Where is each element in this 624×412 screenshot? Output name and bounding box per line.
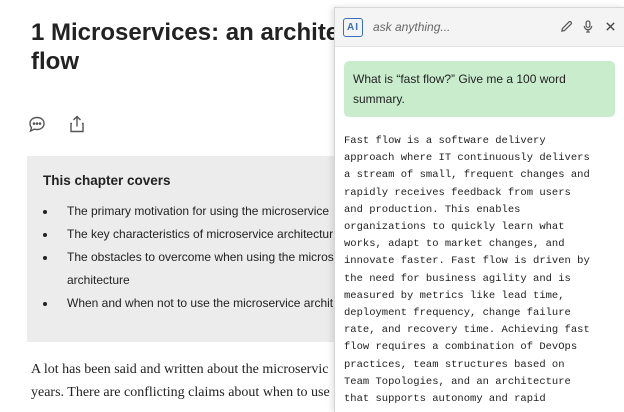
answer-line: approach where IT continuously delivers: [344, 152, 590, 165]
list-item: The primary motivation for using the mic…: [43, 200, 363, 223]
answer-line: and production. This enables: [344, 203, 521, 216]
ai-answer-text: Fast flow is a software delivery approac…: [344, 133, 622, 408]
document-actions: [26, 113, 88, 135]
answer-line: deployment frequency, change failure: [344, 307, 571, 320]
microphone-icon[interactable]: [580, 18, 596, 34]
list-item: The obstacles to overcome when using the…: [43, 246, 363, 292]
list-item-text: The key characteristics of microservice …: [67, 227, 334, 241]
pencil-icon[interactable]: [558, 18, 574, 34]
user-question-bubble: What is “fast flow?” Give me a 100 word …: [344, 61, 615, 117]
answer-line: rate, and recovery time. Achieving fast: [344, 324, 590, 337]
answer-line: measured by metrics like lead time,: [344, 289, 565, 302]
answer-line: flow requires a combination of DevOps: [344, 341, 578, 354]
list-item-text: When and when not to use the microservic…: [67, 296, 334, 310]
answer-line: a stream of small, frequent changes and: [344, 169, 590, 182]
ai-badge-icon: AI: [343, 18, 363, 37]
body-paragraph: A lot has been said and written about th…: [31, 358, 361, 404]
chapter-covers-list: The primary motivation for using the mic…: [43, 200, 363, 315]
comment-icon[interactable]: [26, 113, 48, 135]
answer-line: innovate faster. Fast flow is driven by: [344, 255, 590, 268]
paragraph-line: years. There are conflicting claims abou…: [31, 385, 330, 400]
chapter-covers-box: This chapter covers The primary motivati…: [27, 156, 367, 342]
answer-line: Fast flow is a software delivery: [344, 135, 546, 147]
question-line: What is “fast flow?” Give me a 100 word: [353, 72, 566, 86]
ai-assistant-panel: AI What is “fast flow?” Give me a: [334, 7, 624, 412]
ai-search-bar: AI: [335, 8, 624, 47]
answer-line: practices, team structures based on: [344, 358, 565, 371]
answer-line: the need for business agility and is: [344, 272, 571, 285]
list-item-text: The obstacles to overcome when using the…: [67, 250, 341, 264]
list-item: When and when not to use the microservic…: [43, 292, 363, 315]
paragraph-line: A lot has been said and written about th…: [31, 362, 329, 377]
list-item: The key characteristics of microservice …: [43, 223, 363, 246]
answer-line: organizations to quickly learn what: [344, 221, 565, 234]
share-icon[interactable]: [66, 113, 88, 135]
answer-line: works, adapt to market changes, and: [344, 238, 565, 251]
answer-line: Team Topologies, and an architecture: [344, 375, 571, 388]
close-icon[interactable]: [602, 18, 618, 34]
answer-line: rapidly receives feedback from users: [344, 186, 571, 199]
question-line: summary.: [353, 92, 405, 106]
chapter-covers-heading: This chapter covers: [43, 173, 171, 188]
ai-ask-input[interactable]: [373, 17, 553, 37]
answer-line: that supports autonomy and rapid: [344, 393, 546, 406]
list-item-text: architecture: [67, 273, 130, 287]
list-item-text: The primary motivation for using the mic…: [67, 204, 330, 218]
ai-bar-actions: [558, 18, 618, 34]
